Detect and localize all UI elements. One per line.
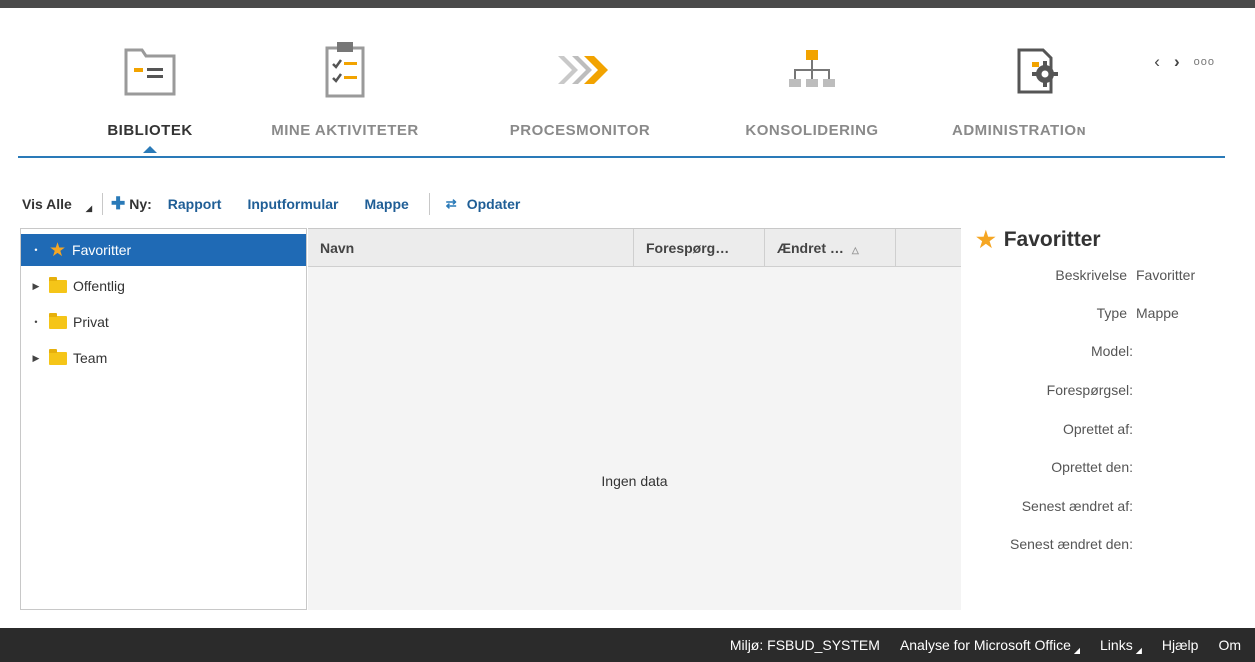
process-chevrons-icon <box>558 56 608 84</box>
library-folder-icon <box>124 48 176 96</box>
table-header: Navn Forespørg… Ændret … △ <box>308 229 961 267</box>
analysis-menu[interactable]: Analyse for Microsoft Office ◢ <box>899 637 1081 655</box>
detail-key: Type <box>1096 305 1127 321</box>
expand-arrow-icon[interactable]: ▶ <box>29 353 43 364</box>
detail-key: Oprettet af: <box>1062 421 1133 437</box>
details-title-text: Favoritter <box>1003 228 1101 251</box>
detail-key: Oprettet den: <box>1051 459 1133 475</box>
detail-key: Senest ændret den: <box>1010 536 1133 552</box>
detail-key: Model: <box>1090 343 1133 359</box>
empty-state-text: Ingen data <box>601 473 668 489</box>
refresh-icon[interactable]: ⇄ <box>446 196 457 212</box>
analysis-menu-label: Analyse for Microsoft Office <box>899 637 1071 653</box>
chevron-left-icon[interactable]: ‹ <box>1154 52 1160 72</box>
chevron-right-icon[interactable]: › <box>1174 52 1180 72</box>
active-tab-caret <box>143 146 157 153</box>
toolbar-divider <box>428 193 430 215</box>
hierarchy-icon <box>789 50 835 87</box>
expand-arrow-icon[interactable]: ▶ <box>29 281 43 292</box>
view-all-dropdown[interactable]: Vis Alle <box>22 196 72 212</box>
tree-item-privat[interactable]: • Privat <box>21 306 306 338</box>
detail-key: Forespørgsel: <box>1046 382 1133 398</box>
tree-bullet-icon: • <box>34 245 38 255</box>
tree-item-label: Privat <box>73 314 109 330</box>
nav-tab-konsolidering[interactable]: KONSOLIDERING <box>724 38 900 139</box>
tree-item-label: Favoritter <box>72 242 132 258</box>
links-menu-label: Links <box>1100 637 1133 653</box>
admin-gear-document-icon <box>1017 48 1058 94</box>
detail-key: Beskrivelse <box>1055 267 1127 283</box>
new-report-button[interactable]: Rapport <box>168 196 222 212</box>
tree-bullet-icon: • <box>34 317 38 327</box>
detail-value: Mappe <box>1136 305 1179 321</box>
window-top-border <box>0 0 1255 8</box>
new-input-form-button[interactable]: Inputformular <box>247 196 338 212</box>
nav-tab-mine-aktiviteter[interactable]: MINE AKTIVITETER <box>250 38 440 139</box>
tree-item-team[interactable]: ▶ Team <box>21 342 306 374</box>
tree-item-label: Team <box>73 350 108 366</box>
nav-tab-procesmonitor[interactable]: PROCESMONITOR <box>490 38 670 139</box>
folder-tree: • ★ Favoritter ▶ Offentlig • Privat ▶ Te… <box>20 228 307 610</box>
plus-icon: ✚ <box>110 194 126 213</box>
links-menu[interactable]: Links ◢ <box>1100 637 1142 655</box>
detail-value: Favoritter <box>1136 267 1196 283</box>
tree-item-favoritter[interactable]: • ★ Favoritter <box>21 234 306 266</box>
nav-tab-bibliotek[interactable]: BIBLIOTEK <box>90 38 210 153</box>
tree-item-label: Offentlig <box>73 278 125 294</box>
nav-label: PROCESMONITOR <box>509 122 651 139</box>
nav-label: MINE AKTIVITETER <box>271 122 419 139</box>
column-header-empty <box>896 229 961 267</box>
dropdown-triangle-icon: ◢ <box>1073 646 1081 655</box>
content-table: Navn Forespørg… Ændret … △ Ingen data <box>308 228 961 610</box>
environment-label: Miljø: FSBUD_SYSTEM <box>729 637 880 653</box>
toolbar-divider <box>101 193 103 215</box>
clipboard-checklist-icon <box>325 42 365 98</box>
dropdown-triangle-icon[interactable]: ◢ <box>86 204 92 213</box>
about-link[interactable]: Om <box>1218 637 1241 653</box>
new-folder-button[interactable]: Mappe <box>364 196 408 212</box>
sort-ascending-icon: △ <box>851 245 859 255</box>
toolbar: Vis Alle ◢ ✚ Ny: Rapport Inputformular M… <box>22 190 546 218</box>
main-navigation: BIBLIOTEK MINE AKTIVITETER PROCESMONITOR <box>18 8 1225 158</box>
details-title: ★ Favoritter <box>976 228 1101 252</box>
star-icon: ★ <box>49 239 67 261</box>
nav-label: ADMINISTRATIOɴ <box>952 122 1087 139</box>
nav-label: BIBLIOTEK <box>107 122 193 139</box>
help-link[interactable]: Hjælp <box>1162 637 1199 653</box>
refresh-button[interactable]: Opdater <box>467 196 521 212</box>
column-header-label: Ændret … <box>777 240 844 256</box>
column-header-forespoergsel[interactable]: Forespørg… <box>634 229 765 267</box>
column-header-aendret[interactable]: Ændret … △ <box>765 229 896 267</box>
status-footer: Miljø: FSBUD_SYSTEM Analyse for Microsof… <box>0 628 1255 662</box>
footer-items: Miljø: FSBUD_SYSTEM Analyse for Microsof… <box>730 628 1241 662</box>
folder-icon <box>49 276 67 293</box>
folder-icon <box>49 312 67 329</box>
folder-icon <box>49 348 67 365</box>
nav-label: KONSOLIDERING <box>745 122 879 139</box>
nav-tab-administration[interactable]: ADMINISTRATIOɴ <box>952 38 1118 139</box>
column-header-navn[interactable]: Navn <box>308 229 634 267</box>
details-panel: ★ Favoritter Beskrivelse Favoritter Type… <box>962 228 1225 610</box>
more-icon[interactable]: ooo <box>1194 56 1215 68</box>
new-label: Ny: <box>129 196 152 212</box>
detail-key: Senest ændret af: <box>1021 498 1133 514</box>
nav-scroll-controls: ‹ › ooo <box>1154 52 1215 72</box>
tree-item-offentlig[interactable]: ▶ Offentlig <box>21 270 306 302</box>
star-icon: ★ <box>976 227 996 252</box>
dropdown-triangle-icon: ◢ <box>1135 646 1142 655</box>
